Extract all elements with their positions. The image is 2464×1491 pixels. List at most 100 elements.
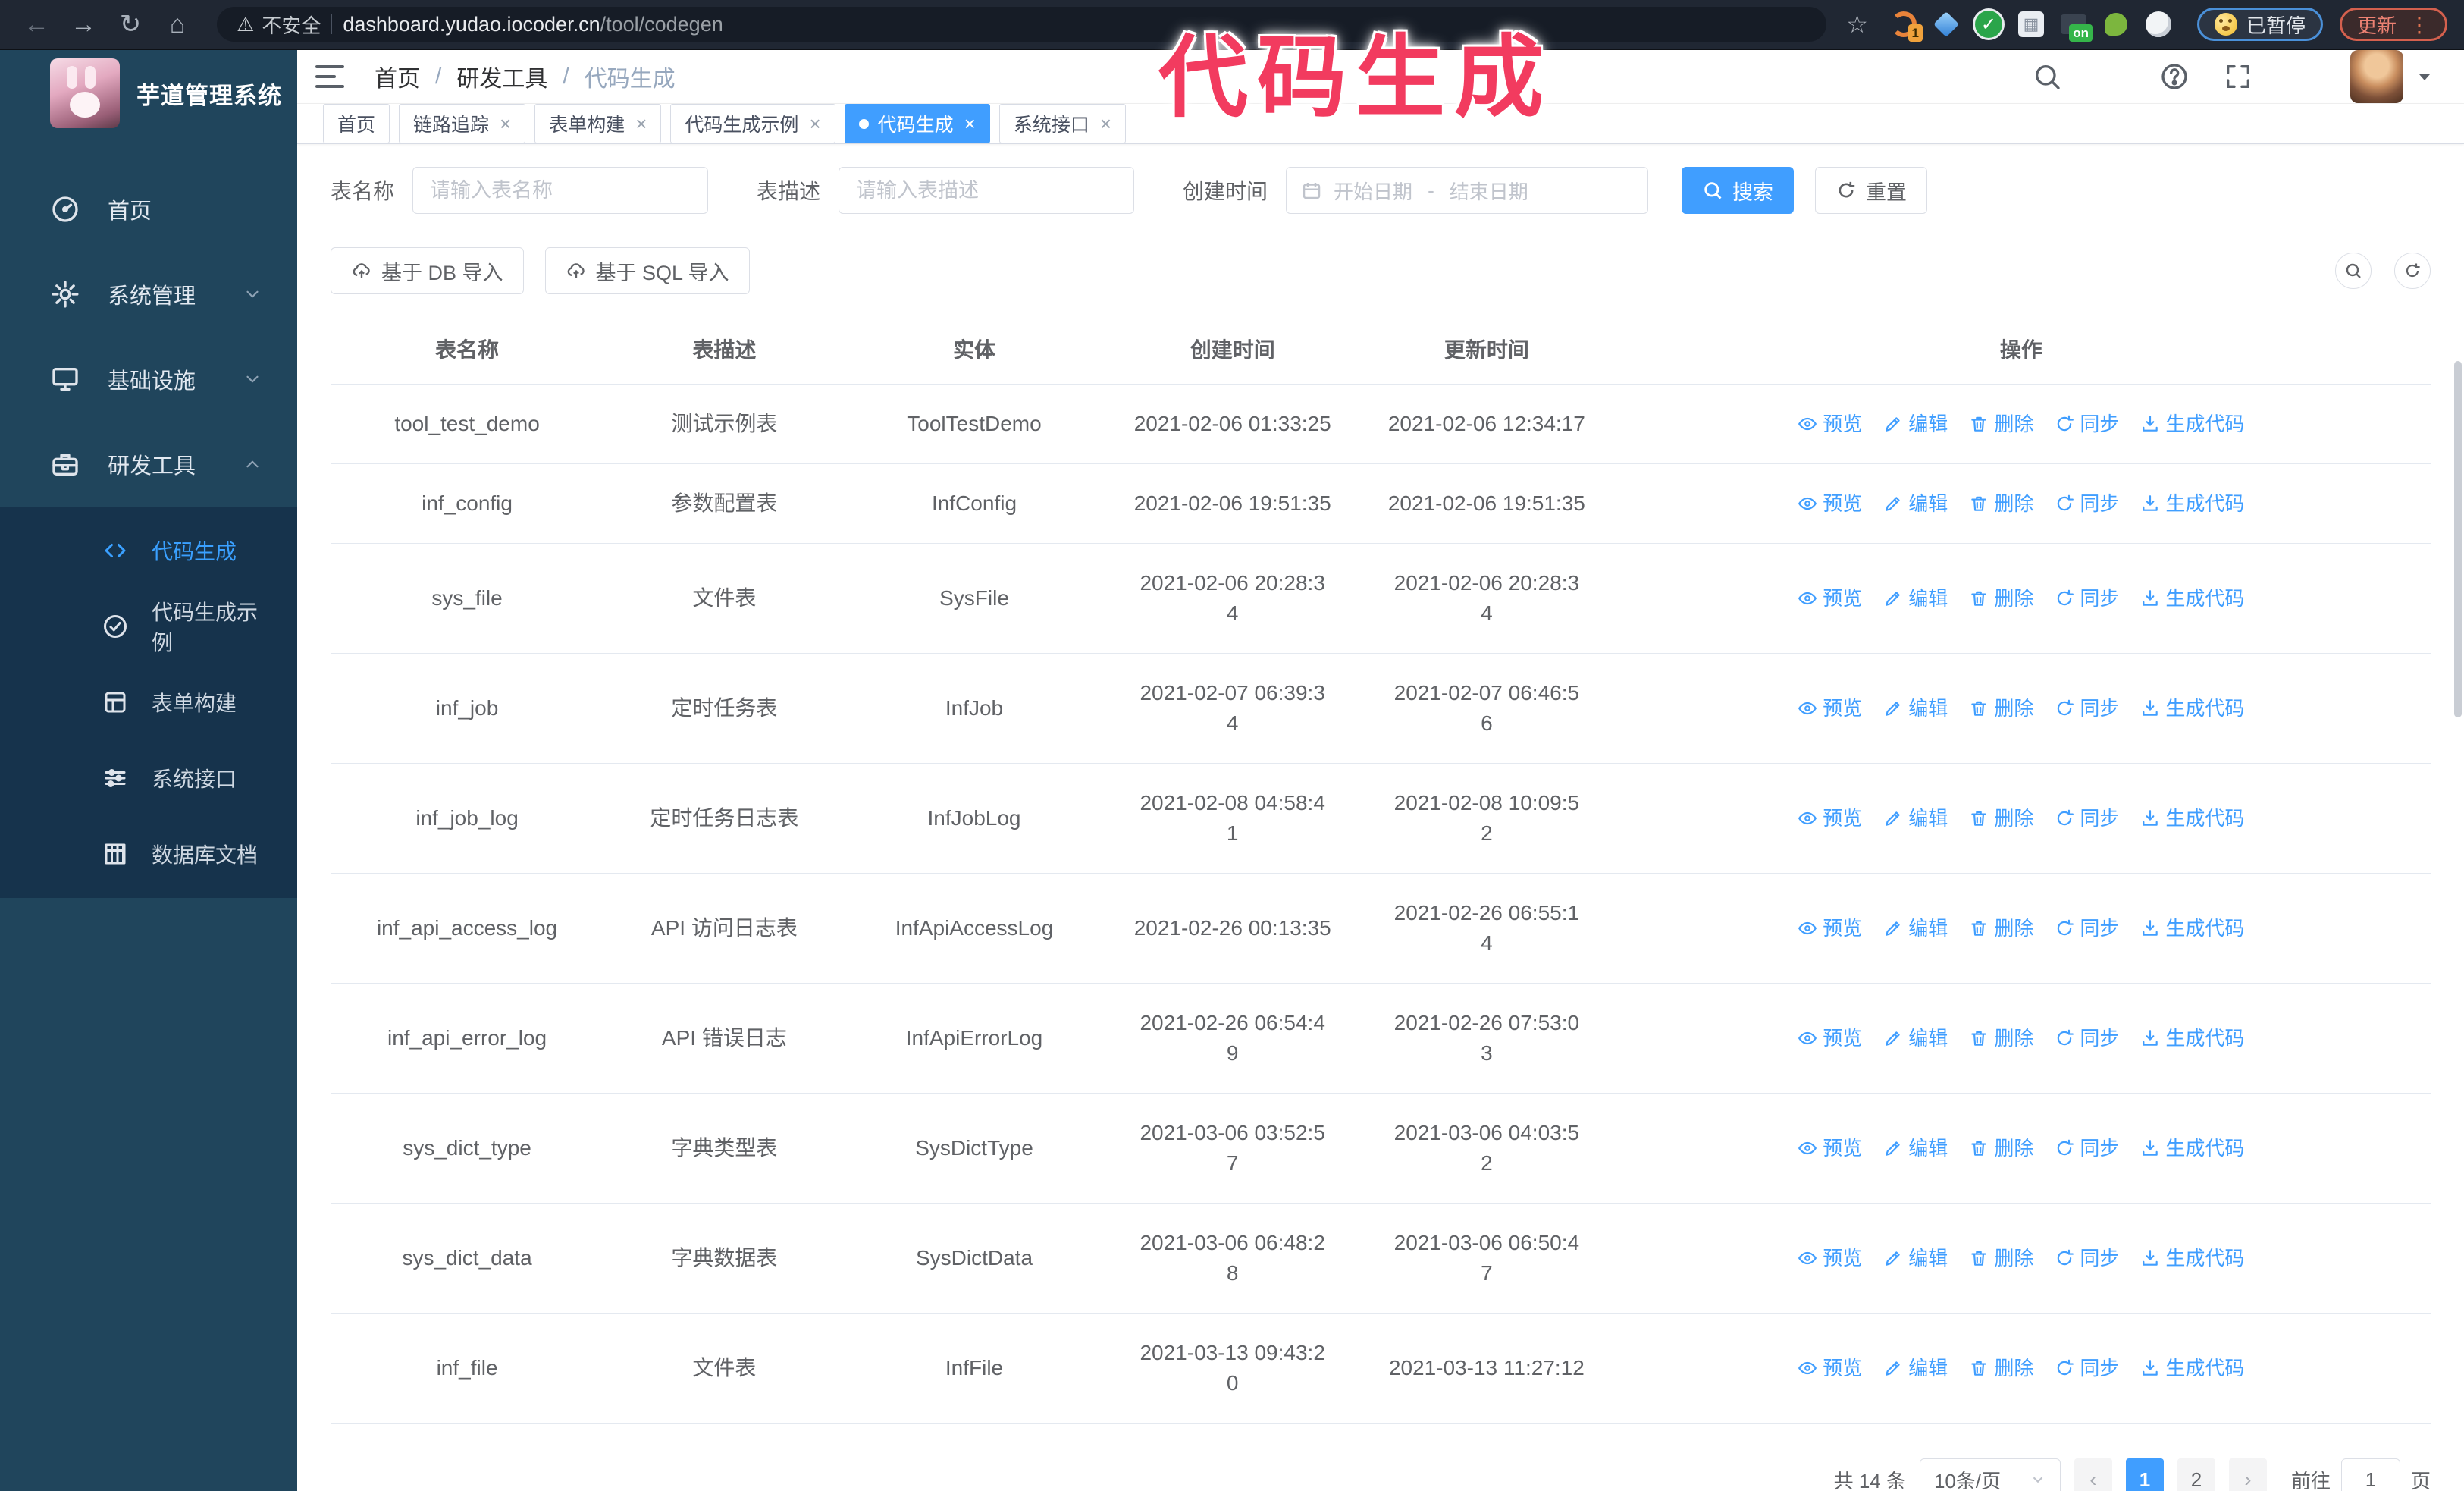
action-edit[interactable]: 编辑 [1883,488,1948,519]
browser-forward-icon[interactable]: → [64,10,103,39]
action-edit[interactable]: 编辑 [1883,1023,1948,1053]
sidebar-item-devtools[interactable]: 研发工具 [0,422,297,507]
table-desc-input[interactable] [839,167,1135,214]
tab-codegen[interactable]: 代码生成 × [844,104,990,143]
github-button[interactable] [2096,61,2126,92]
import-sql-button[interactable]: 基于 SQL 导入 [544,247,750,294]
close-icon[interactable]: × [635,112,647,136]
user-menu[interactable] [2350,50,2434,103]
action-delete[interactable]: 删除 [1969,1023,2033,1053]
action-preview[interactable]: 预览 [1798,803,1862,833]
font-size-button[interactable] [2287,61,2317,92]
sidebar-item-form-builder[interactable]: 表单构建 [0,664,297,740]
page-button-2[interactable]: 2 [2177,1458,2215,1491]
breadcrumb-item[interactable]: 研发工具 [456,60,547,93]
action-generate[interactable]: 生成代码 [2140,913,2244,943]
extension-grid-icon[interactable]: ▦ [2017,10,2045,39]
action-generate[interactable]: 生成代码 [2140,583,2244,614]
close-icon[interactable]: × [809,112,820,136]
action-preview[interactable]: 预览 [1798,1243,1862,1273]
refresh-table-button[interactable] [2394,253,2431,289]
action-preview[interactable]: 预览 [1798,693,1862,724]
goto-page-input[interactable] [2340,1458,2400,1491]
action-generate[interactable]: 生成代码 [2140,803,2244,833]
toggle-search-button[interactable] [2335,253,2372,289]
close-icon[interactable]: × [500,112,511,136]
action-sync[interactable]: 同步 [2055,1023,2119,1053]
action-delete[interactable]: 删除 [1969,409,2033,439]
search-button[interactable]: 搜索 [1682,167,1795,214]
action-edit[interactable]: 编辑 [1883,1353,1948,1383]
search-button[interactable] [2032,61,2062,92]
action-delete[interactable]: 删除 [1969,803,2033,833]
fullscreen-button[interactable] [2223,61,2253,92]
not-secure-warning[interactable]: ⚠ 不安全 [237,11,321,39]
update-button[interactable]: 更新 ⋮ [2339,8,2447,41]
paused-badge[interactable]: 已暂停 [2196,8,2323,41]
action-preview[interactable]: 预览 [1798,488,1862,519]
action-preview[interactable]: 预览 [1798,913,1862,943]
tab-system-api[interactable]: 系统接口 × [998,104,1127,143]
extension-gem-icon[interactable] [1932,10,1961,39]
action-sync[interactable]: 同步 [2055,693,2119,724]
extension-green-check-icon[interactable]: ✓ [1974,10,2003,39]
scrollbar-thumb[interactable] [2454,361,2462,717]
page-button-1[interactable]: 1 [2125,1458,2164,1491]
action-edit[interactable]: 编辑 [1883,693,1948,724]
sidebar-item-system-api[interactable]: 系统接口 [0,740,297,816]
action-edit[interactable]: 编辑 [1883,409,1948,439]
action-generate[interactable]: 生成代码 [2140,488,2244,519]
action-edit[interactable]: 编辑 [1883,1243,1948,1273]
action-edit[interactable]: 编辑 [1883,1133,1948,1163]
action-generate[interactable]: 生成代码 [2140,1023,2244,1053]
action-preview[interactable]: 预览 [1798,1353,1862,1383]
breadcrumb-item[interactable]: 首页 [375,60,420,93]
action-sync[interactable]: 同步 [2055,1243,2119,1273]
action-sync[interactable]: 同步 [2055,409,2119,439]
action-sync[interactable]: 同步 [2055,488,2119,519]
hamburger-icon[interactable] [315,65,344,88]
extension-orange-icon[interactable]: 1 [1889,10,1923,42]
browser-reload-icon[interactable]: ↻ [111,9,150,39]
next-page-button[interactable]: › [2228,1458,2267,1491]
browser-home-icon[interactable]: ⌂ [158,10,197,39]
sidebar-item-system[interactable]: 系统管理 [0,252,297,337]
action-sync[interactable]: 同步 [2055,803,2119,833]
close-icon[interactable]: × [964,112,976,136]
action-sync[interactable]: 同步 [2055,1133,2119,1163]
sidebar-item-db-doc[interactable]: 数据库文档 [0,816,297,892]
import-db-button[interactable]: 基于 DB 导入 [331,247,524,294]
extension-dark-on-icon[interactable]: on [2059,10,2093,42]
reset-button[interactable]: 重置 [1815,167,1928,214]
sidebar-item-codegen[interactable]: 代码生成 [0,513,297,589]
kebab-menu-icon[interactable]: ⋮ [2409,12,2430,37]
action-sync[interactable]: 同步 [2055,1353,2119,1383]
bookmark-star-icon[interactable]: ☆ [1846,10,1868,39]
action-generate[interactable]: 生成代码 [2140,693,2244,724]
tab-form-builder[interactable]: 表单构建 × [534,104,662,143]
tab-codegen-example[interactable]: 代码生成示例 × [670,104,835,143]
action-delete[interactable]: 删除 [1969,1243,2033,1273]
action-preview[interactable]: 预览 [1798,1023,1862,1053]
action-sync[interactable]: 同步 [2055,583,2119,614]
action-generate[interactable]: 生成代码 [2140,1243,2244,1273]
address-bar[interactable]: ⚠ 不安全 dashboard.yudao.iocoder.cn/tool/co… [217,7,1827,42]
action-generate[interactable]: 生成代码 [2140,1353,2244,1383]
action-edit[interactable]: 编辑 [1883,583,1948,614]
action-delete[interactable]: 删除 [1969,583,2033,614]
action-generate[interactable]: 生成代码 [2140,409,2244,439]
action-preview[interactable]: 预览 [1798,1133,1862,1163]
action-delete[interactable]: 删除 [1969,1353,2033,1383]
action-preview[interactable]: 预览 [1798,409,1862,439]
close-icon[interactable]: × [1100,112,1111,136]
action-sync[interactable]: 同步 [2055,913,2119,943]
action-delete[interactable]: 删除 [1969,488,2033,519]
help-button[interactable] [2159,61,2190,92]
action-preview[interactable]: 预览 [1798,583,1862,614]
prev-page-button[interactable]: ‹ [2074,1458,2112,1491]
action-generate[interactable]: 生成代码 [2140,1133,2244,1163]
avatar[interactable] [2350,50,2403,103]
sidebar-item-infra[interactable]: 基础设施 [0,337,297,422]
extension-white-puzzle-icon[interactable] [2144,10,2173,39]
tab-home[interactable]: 首页 [323,104,390,143]
